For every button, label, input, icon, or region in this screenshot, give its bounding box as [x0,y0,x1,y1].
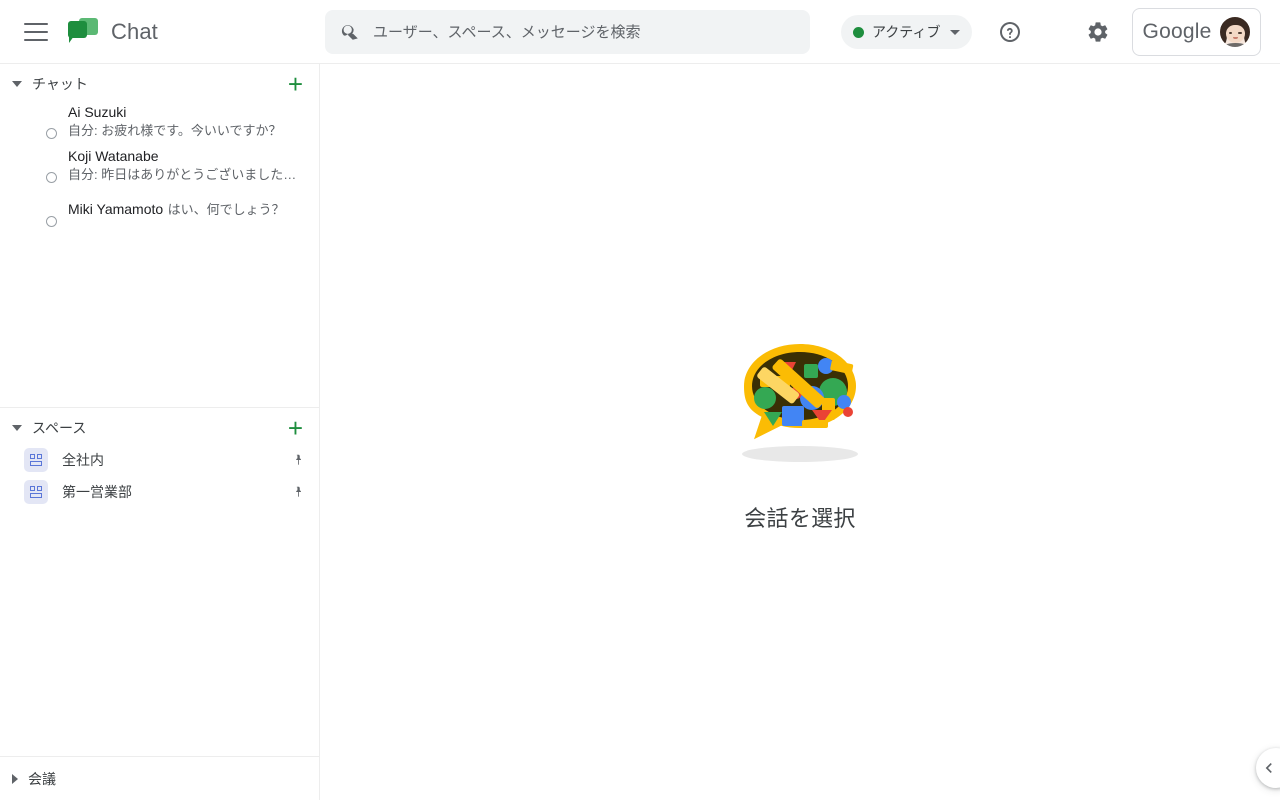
spaces-section-title: スペース [32,420,87,436]
presence-indicator-icon [46,216,57,227]
settings-gear-icon[interactable] [1084,18,1112,46]
chat-list-spacer [0,232,319,407]
space-group-icon [24,448,48,472]
avatar [1220,17,1251,47]
chat-section-title: チャット [32,76,88,92]
empty-state-title: 会話を選択 [744,506,856,531]
new-space-button[interactable]: + [288,415,303,441]
main-content: 会話を選択 [320,64,1280,800]
section-divider [0,407,319,408]
status-dot-icon [853,26,864,38]
chat-item-preview: 自分: 昨日はありがとうございました… [68,167,297,182]
space-item-name: 第一営業部 [62,484,132,500]
chevron-down-icon [950,29,961,35]
space-item-name: 全社内 [62,452,104,468]
meetings-section-header[interactable]: 会議 [0,756,319,800]
presence-indicator-icon [46,172,57,183]
account-brand-label: Google [1142,20,1212,43]
hamburger-menu-icon[interactable] [24,22,48,41]
pin-icon[interactable] [291,484,305,500]
expand-panel-button[interactable] [1256,748,1280,788]
meetings-section-title: 会議 [28,770,56,787]
avatar [22,194,57,227]
status-label: アクティブ [872,24,941,40]
chat-item-preview: はい、何でしょう？ [167,202,285,217]
space-list-item-first-sales-dept[interactable]: 第一営業部 [0,476,319,508]
chevron-left-icon [1265,763,1272,773]
app-title: Chat [111,18,158,44]
chat-list-item-miki-yamamoto[interactable]: Miki Yamamoto はい、何でしょう？ [0,188,319,232]
account-chip[interactable]: Google [1132,8,1261,56]
new-chat-button[interactable]: + [288,71,303,97]
chevron-right-icon[interactable] [12,773,18,784]
space-group-icon [24,480,48,504]
chevron-down-icon[interactable] [12,81,22,87]
chat-item-name: Miki Yamamoto [68,201,164,217]
help-icon[interactable] [996,18,1024,46]
brand: Chat [68,17,158,46]
avatar [22,150,57,183]
sidebar: チャット + Ai Suzuki 自分: お疲れ様です。今いいですか？ Koji… [0,64,320,800]
chat-item-name: Ai Suzuki [68,104,127,120]
empty-state: 会話を選択 [720,336,880,533]
app-header: Chat アクティブ Google [0,0,1280,64]
search-icon [341,25,358,40]
avatar [22,106,57,139]
search-input[interactable] [373,23,796,41]
space-list-item-company-wide[interactable]: 全社内 [0,444,319,476]
spaces-section-header[interactable]: スペース + [0,412,319,444]
pin-icon[interactable] [291,452,305,468]
chat-item-preview: 自分: お疲れ様です。今いいですか？ [68,123,282,138]
chat-list-item-koji-watanabe[interactable]: Koji Watanabe 自分: 昨日はありがとうございました… [0,144,319,188]
chat-list-item-ai-suzuki[interactable]: Ai Suzuki 自分: お疲れ様です。今いいですか？ [0,100,319,144]
chat-section-header[interactable]: チャット + [0,68,319,100]
chat-item-name: Koji Watanabe [68,148,159,164]
presence-indicator-icon [46,128,57,139]
chevron-down-icon[interactable] [12,425,22,431]
google-chat-logo [68,17,98,46]
status-selector[interactable]: アクティブ [841,15,973,49]
search-bar[interactable] [325,10,810,54]
chat-bubble-shapes-illustration [742,344,858,462]
